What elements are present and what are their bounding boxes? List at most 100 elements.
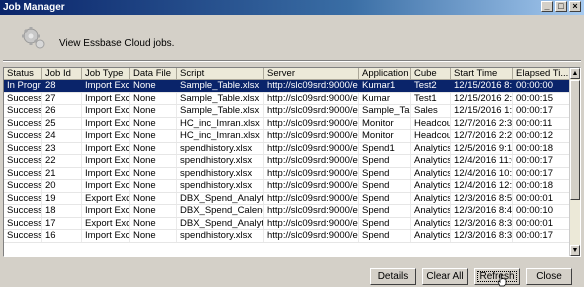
table-row[interactable]: Success25Import ExcelNoneHC_inc_Imran.xl…: [4, 117, 571, 130]
table-cell: Import Excel: [82, 142, 130, 154]
table-cell: Success: [4, 142, 42, 154]
table-cell: Success: [4, 117, 42, 129]
table-cell: 24: [42, 130, 82, 142]
table-cell: DBX_Spend_Analytics.xlsx: [177, 217, 264, 229]
close-button[interactable]: Close: [526, 268, 572, 285]
table-cell: Import Excel: [82, 230, 130, 242]
table-cell: 12/15/2016 8:47:30 AM: [451, 80, 513, 92]
table-cell: 00:00:01: [513, 192, 571, 204]
table-cell: Analytics: [411, 167, 451, 179]
column-header[interactable]: Server: [264, 68, 359, 80]
table-row[interactable]: Success19Export ExcelNoneDBX_Spend_Analy…: [4, 192, 571, 205]
table-row[interactable]: Success17Export ExcelNoneDBX_Spend_Analy…: [4, 217, 571, 230]
table-cell: Import Excel: [82, 80, 130, 92]
table-cell: 00:00:17: [513, 167, 571, 179]
table-cell: Import Excel: [82, 167, 130, 179]
table-cell: 00:00:18: [513, 142, 571, 154]
vertical-scrollbar[interactable]: ▲ ▼: [569, 68, 580, 256]
scroll-down-icon[interactable]: ▼: [570, 245, 580, 256]
table-cell: Spend: [359, 155, 411, 167]
table-row[interactable]: Success22Import ExcelNonespendhistory.xl…: [4, 155, 571, 168]
minimize-icon[interactable]: _: [541, 1, 553, 12]
column-header[interactable]: Job Id: [42, 68, 82, 80]
column-header[interactable]: Job Type: [82, 68, 130, 80]
title-bar[interactable]: Job Manager _ □ ×: [0, 0, 584, 15]
table-cell: Import Excel: [82, 180, 130, 192]
table-row[interactable]: Success27Import ExcelNoneSample_Table.xl…: [4, 92, 571, 105]
details-button[interactable]: Details: [370, 268, 416, 285]
table-cell: DBX_Spend_Calendar.xlsx: [177, 205, 264, 217]
scroll-up-icon[interactable]: ▲: [570, 68, 580, 79]
table-cell: 12/7/2016 2:26:00 PM: [451, 130, 513, 142]
table-cell: Spend: [359, 205, 411, 217]
table-cell: Import Excel: [82, 105, 130, 117]
gears-icon: [22, 27, 45, 49]
table-cell: None: [130, 80, 177, 92]
table-cell: spendhistory.xlsx: [177, 155, 264, 167]
table-cell: Analytics: [411, 217, 451, 229]
table-cell: Export Excel: [82, 192, 130, 204]
table-header: Status Job Id Job Type Data File Script Serve…: [4, 68, 571, 80]
table-cell: Success: [4, 105, 42, 117]
table-row[interactable]: In Progress28Import ExcelNoneSample_Tabl…: [4, 80, 571, 93]
table-cell: None: [130, 192, 177, 204]
column-header[interactable]: Application: [359, 68, 411, 80]
close-icon[interactable]: ×: [569, 1, 581, 12]
table-body[interactable]: In Progress28Import ExcelNoneSample_Tabl…: [4, 80, 571, 243]
table-cell: 00:00:00: [513, 80, 571, 92]
table-cell: None: [130, 142, 177, 154]
table-cell: Headcount: [411, 117, 451, 129]
clear-all-button[interactable]: Clear All: [422, 268, 468, 285]
table-cell: Analytics: [411, 230, 451, 242]
table-cell: 12/4/2016 10:00:19 PM: [451, 167, 513, 179]
table-cell: http://slc09srd:9000/essbase: [264, 155, 359, 167]
table-row[interactable]: Success16Import ExcelNonespendhistory.xl…: [4, 230, 571, 243]
table-row[interactable]: Success21Import ExcelNonespendhistory.xl…: [4, 167, 571, 180]
table-cell: Success: [4, 180, 42, 192]
table-cell: Success: [4, 167, 42, 179]
table-cell: http://slc09srd:9000/essbase: [264, 230, 359, 242]
column-header[interactable]: Elapsed Ti...: [513, 68, 571, 80]
table-cell: 00:00:11: [513, 117, 571, 129]
table-cell: 12/7/2016 2:35:30 PM: [451, 117, 513, 129]
table-cell: Analytics1: [411, 142, 451, 154]
table-row[interactable]: Success20Import ExcelNonespendhistory.xl…: [4, 180, 571, 193]
table-cell: 00:00:15: [513, 92, 571, 104]
table-cell: Success: [4, 130, 42, 142]
maximize-icon[interactable]: □: [555, 1, 567, 12]
table-cell: In Progress: [4, 80, 42, 92]
column-header[interactable]: Start Time: [451, 68, 513, 80]
table-cell: HC_inc_Imran.xlsx: [177, 117, 264, 129]
table-cell: 27: [42, 92, 82, 104]
scroll-thumb[interactable]: [570, 80, 580, 200]
table-cell: http://slc09srd:9000/essbase: [264, 142, 359, 154]
table-cell: http://slc09srd:9000/essbase: [264, 180, 359, 192]
table-row[interactable]: Success18Import ExcelNoneDBX_Spend_Calen…: [4, 205, 571, 218]
table-cell: Sample_Table: [359, 105, 411, 117]
table-cell: Export Excel: [82, 217, 130, 229]
table-cell: None: [130, 205, 177, 217]
jobs-table[interactable]: Status Job Id Job Type Data File Script Serve…: [3, 67, 581, 257]
column-header[interactable]: Cube: [411, 68, 451, 80]
table-cell: Sample_Table.xlsx: [177, 105, 264, 117]
table-cell: http://slc09srd:9000/essbase: [264, 192, 359, 204]
column-header[interactable]: Script: [177, 68, 264, 80]
window-title: Job Manager: [3, 2, 65, 13]
table-cell: Success: [4, 230, 42, 242]
table-cell: Spend: [359, 230, 411, 242]
table-cell: Success: [4, 205, 42, 217]
divider: [3, 60, 581, 62]
table-cell: Success: [4, 92, 42, 104]
table-row[interactable]: Success23Import ExcelNonespendhistory.xl…: [4, 142, 571, 155]
column-header[interactable]: Status: [4, 68, 42, 80]
table-row[interactable]: Success26Import ExcelNoneSample_Table.xl…: [4, 105, 571, 118]
table-cell: Spend: [359, 217, 411, 229]
table-cell: http://slc09srd:9000/essbase: [264, 205, 359, 217]
table-cell: 25: [42, 117, 82, 129]
table-cell: http://slc09srd:9000/essbase: [264, 80, 359, 92]
table-cell: Spend: [359, 167, 411, 179]
table-cell: 20: [42, 180, 82, 192]
table-cell: 12/3/2016 8:34:21 PM: [451, 230, 513, 242]
column-header[interactable]: Data File: [130, 68, 177, 80]
table-row[interactable]: Success24Import ExcelNoneHC_inc_Imran.xl…: [4, 130, 571, 143]
